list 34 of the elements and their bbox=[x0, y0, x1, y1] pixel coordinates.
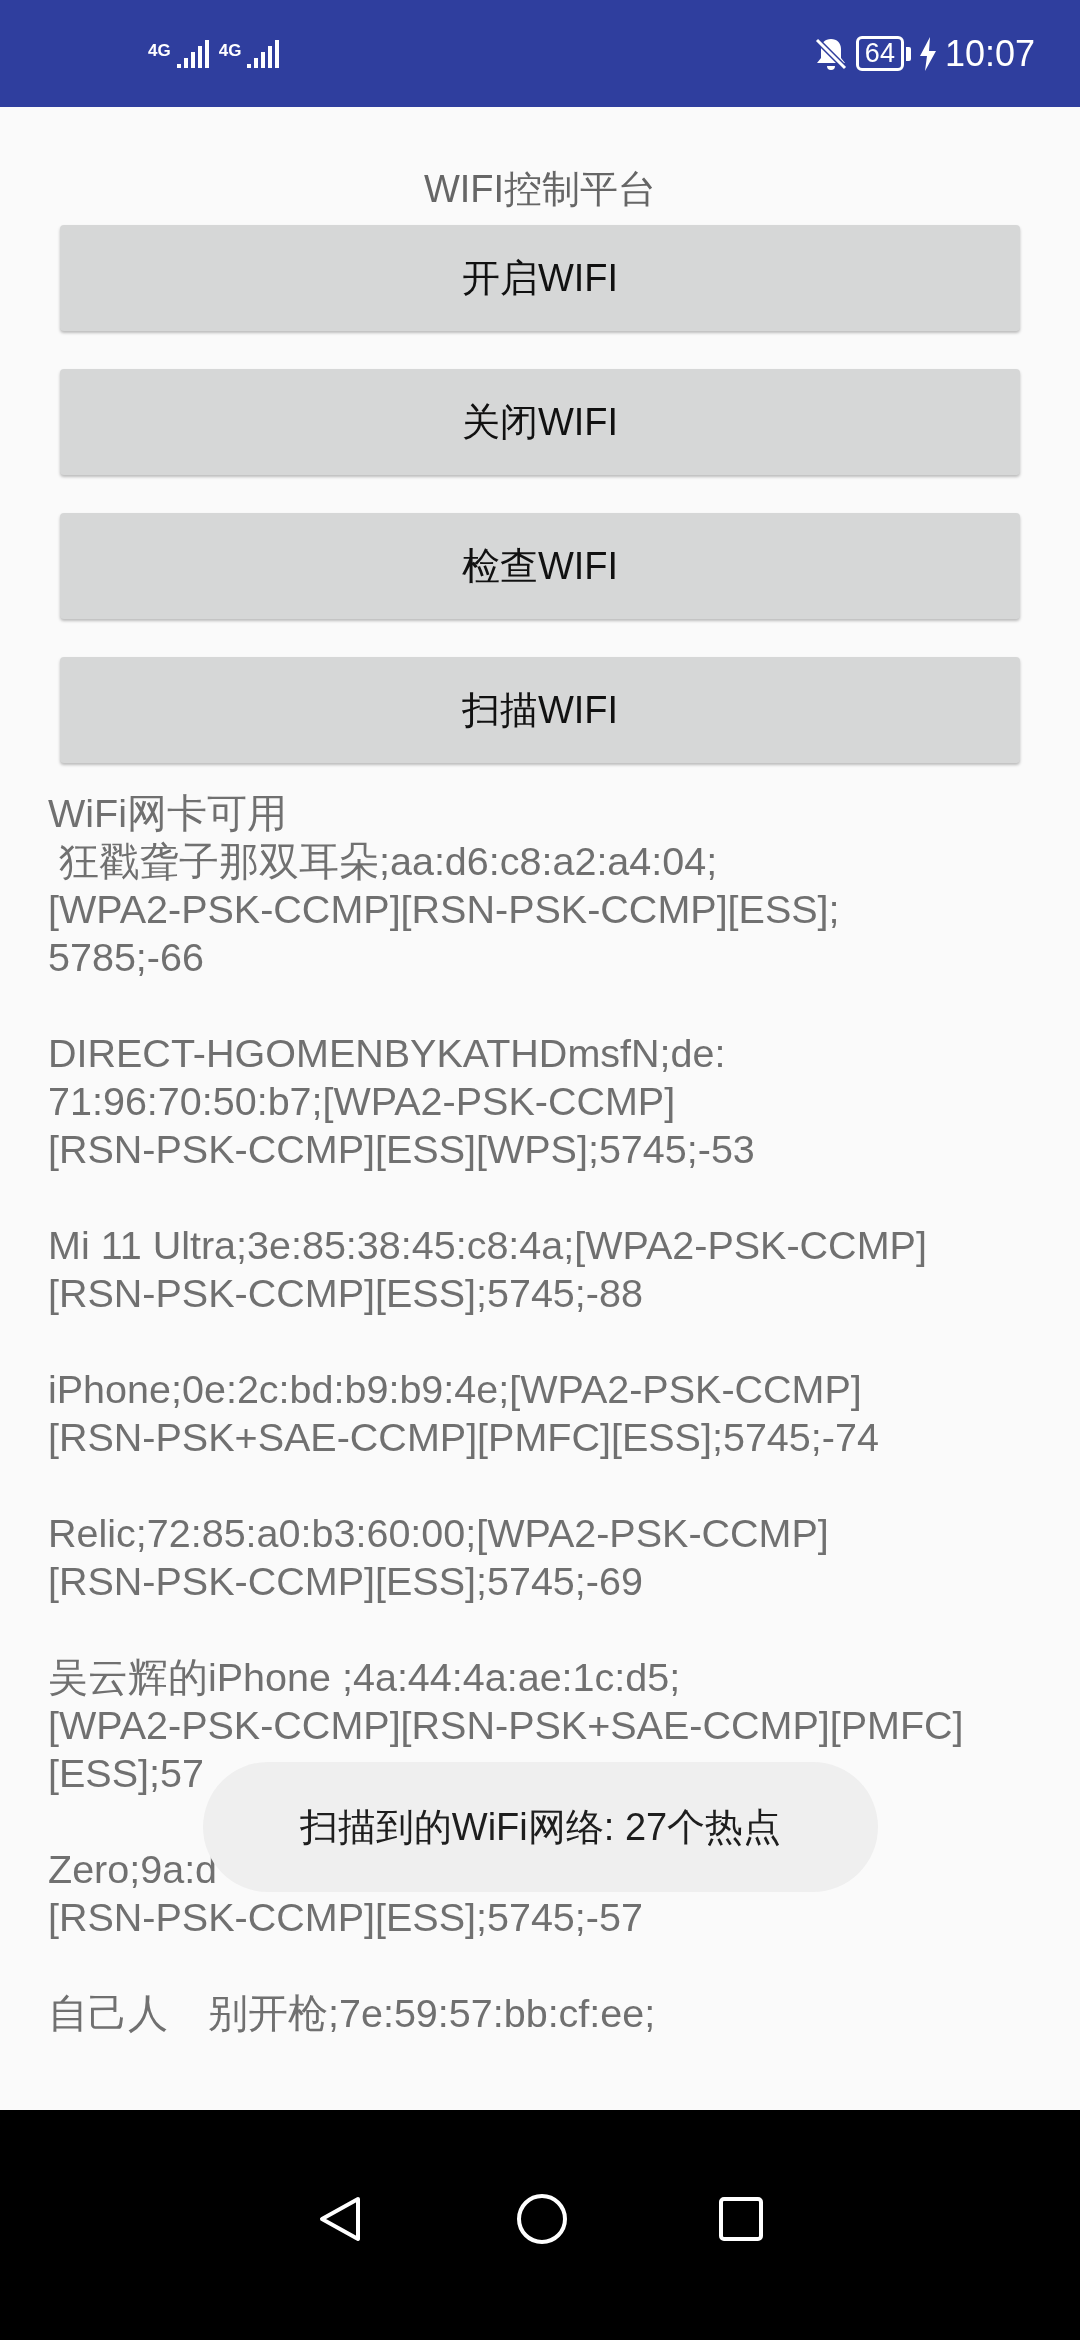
network-info-line: 狂戳聋子那双耳朵;aa:d6:c8:a2:a4:04; bbox=[57, 838, 719, 885]
network-info-line: Zero;9a:d bbox=[48, 1846, 219, 1893]
network-info-line: DIRECT-HGOMENBYKATHDmsfN;de: bbox=[48, 1030, 727, 1077]
battery-tip-icon bbox=[905, 46, 911, 61]
network-info-line: 吴云辉的iPhone ;4a:44:4a:ae:1c:d5; bbox=[48, 1654, 682, 1701]
network-info-line: 自己人 别开枪;7e:59:57:bb:cf:ee; bbox=[48, 1990, 657, 2037]
network-info-line: [RSN-PSK-CCMP][ESS];5745;-88 bbox=[48, 1270, 644, 1317]
recent-apps-icon[interactable] bbox=[718, 2196, 764, 2242]
home-icon[interactable] bbox=[516, 2193, 568, 2245]
network-info-line: Mi 11 Ultra;3e:85:38:45:c8:4a;[WPA2-PSK-CCMP] bbox=[48, 1222, 928, 1269]
battery-icon: 64 bbox=[855, 36, 904, 71]
network-type-label: 4G bbox=[148, 41, 171, 59]
signal-icon bbox=[245, 37, 282, 70]
network-info-line: [RSN-PSK-CCMP][ESS];5745;-69 bbox=[48, 1558, 644, 1605]
network-info-line: [RSN-PSK+SAE-CCMP][PMFC][ESS];5745;-74 bbox=[48, 1414, 880, 1461]
network-type-label: 4G bbox=[218, 41, 242, 59]
app-title: WIFI控制平台 bbox=[422, 167, 658, 212]
network-info-line: [RSN-PSK-CCMP][ESS][WPS];5745;-53 bbox=[48, 1126, 756, 1173]
network-info-line: 71:96:70:50:b7;[WPA2-PSK-CCMP] bbox=[48, 1078, 677, 1125]
network-info-line: [WPA2-PSK-CCMP][RSN-PSK+SAE-CCMP][PMFC] bbox=[48, 1702, 965, 1749]
network-info-line: iPhone;0e:2c:bd:b9:b9:4e;[WPA2-PSK-CCMP] bbox=[48, 1366, 863, 1413]
network-info-line: 5785;-66 bbox=[48, 934, 205, 981]
network-info-line: [RSN-PSK-CCMP][ESS];5745;-57 bbox=[48, 1894, 644, 1941]
network-info-line: [WPA2-PSK-CCMP][RSN-PSK-CCMP][ESS]; bbox=[48, 886, 841, 933]
wifi-button[interactable]: 开启WIFI bbox=[60, 225, 1020, 331]
network-info-line: Relic;72:85:a0:b3:60:00;[WPA2-PSK-CCMP] bbox=[48, 1510, 830, 1557]
signal-icon bbox=[174, 37, 211, 70]
charging-bolt-icon bbox=[918, 36, 937, 71]
wifi-button[interactable]: 检查WIFI bbox=[60, 513, 1020, 619]
status-text: WiFi网卡可用 bbox=[48, 790, 288, 837]
wifi-button[interactable]: 关闭WIFI bbox=[60, 369, 1020, 475]
network-info-line: [ESS];57 bbox=[48, 1750, 205, 1797]
clock-time: 10:07 bbox=[944, 35, 1035, 72]
wifi-button[interactable]: 扫描WIFI bbox=[60, 657, 1020, 763]
